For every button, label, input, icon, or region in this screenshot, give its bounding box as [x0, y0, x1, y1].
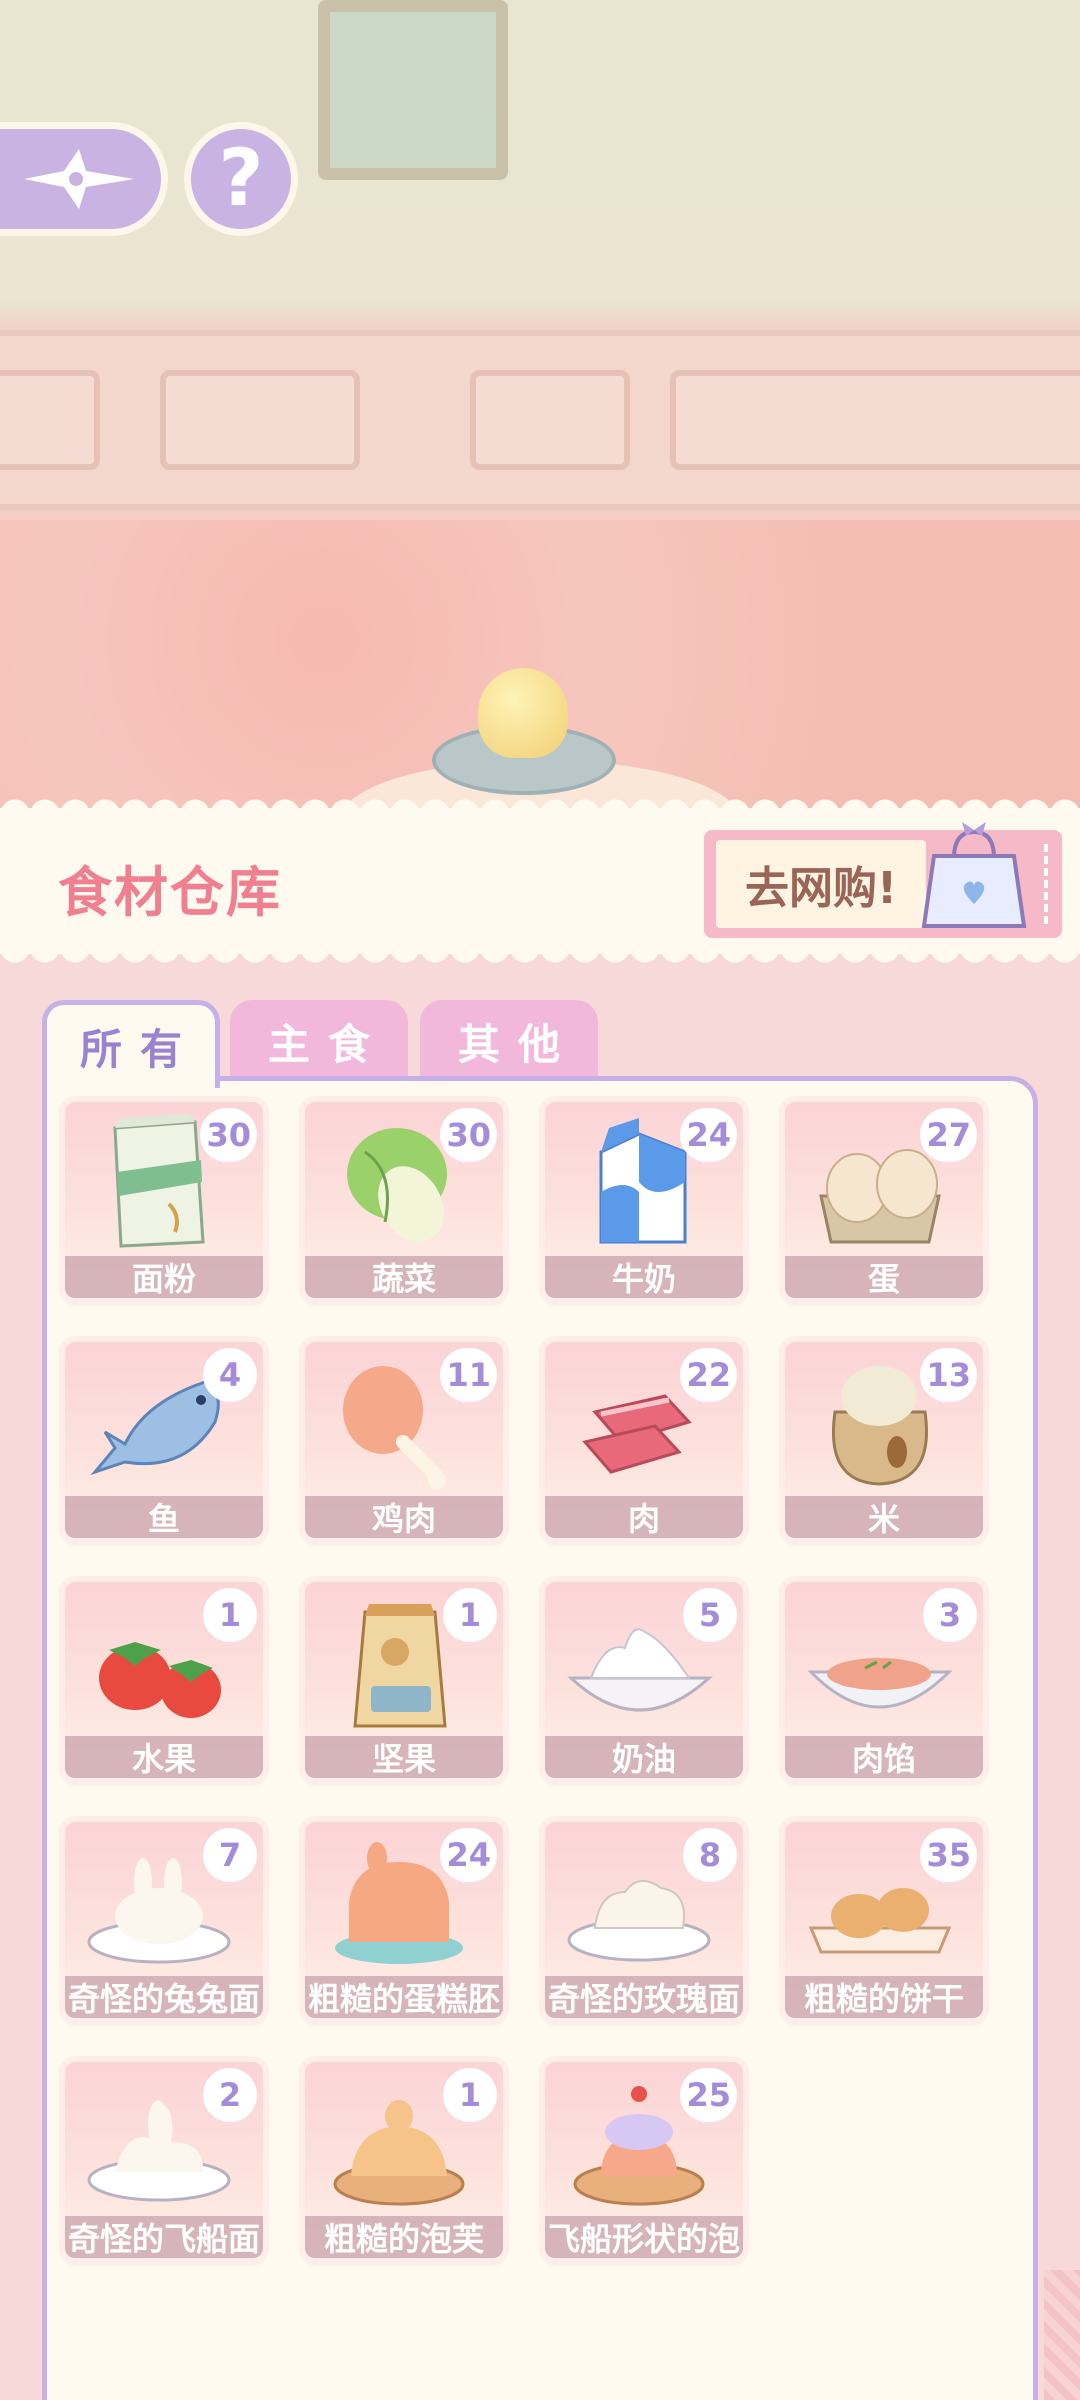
- ingredient-card[interactable]: 13 米: [785, 1342, 983, 1538]
- item-name: 奇怪的飞船面: [65, 2216, 263, 2258]
- item-name: 肉: [545, 1496, 743, 1538]
- item-count-badge: 22: [680, 1348, 737, 1402]
- item-count-badge: 35: [920, 1828, 977, 1882]
- item-name: 牛奶: [545, 1256, 743, 1298]
- item-name: 坚果: [305, 1736, 503, 1778]
- item-count-badge: 25: [680, 2068, 737, 2122]
- ingredient-card[interactable]: 35 粗糙的饼干: [785, 1822, 983, 2018]
- item-name: 米: [785, 1496, 983, 1538]
- item-name: 肉馅: [785, 1736, 983, 1778]
- item-count-badge: 2: [203, 2068, 257, 2122]
- room-background: [0, 0, 1080, 820]
- ingredient-card[interactable]: 8 奇怪的玫瑰面: [545, 1822, 743, 2018]
- item-count-badge: 1: [443, 2068, 497, 2122]
- tab-all[interactable]: 所有: [42, 1000, 220, 1088]
- shopping-bag-icon: [921, 822, 1027, 928]
- ingredient-card[interactable]: 1 粗糙的泡芙: [305, 2062, 503, 2258]
- ingredient-card[interactable]: 22 肉: [545, 1342, 743, 1538]
- tab-other[interactable]: 其他: [420, 1000, 598, 1082]
- ingredient-card[interactable]: 3 肉馅: [785, 1582, 983, 1778]
- back-button[interactable]: [0, 122, 168, 236]
- item-name: 奇怪的兔兔面: [65, 1976, 263, 2018]
- ingredient-card[interactable]: 30 面粉: [65, 1102, 263, 1298]
- item-count-badge: 11: [440, 1348, 497, 1402]
- compass-star-icon: [24, 149, 134, 209]
- ingredient-card[interactable]: 1 水果: [65, 1582, 263, 1778]
- ingredient-card[interactable]: 2 奇怪的飞船面: [65, 2062, 263, 2258]
- item-name: 蛋: [785, 1256, 983, 1298]
- item-name: 奇怪的玫瑰面: [545, 1976, 743, 2018]
- online-shop-button[interactable]: 去网购!: [704, 822, 1062, 938]
- item-count-badge: 3: [923, 1588, 977, 1642]
- ingredient-card[interactable]: 7 奇怪的兔兔面: [65, 1822, 263, 2018]
- item-count-badge: 4: [203, 1348, 257, 1402]
- tab-label: 所有: [79, 1025, 200, 1074]
- cloche-knob: [478, 668, 568, 758]
- question-mark-icon: ?: [218, 134, 264, 224]
- item-count-badge: 13: [920, 1348, 977, 1402]
- wall-panel: [160, 370, 360, 470]
- item-count-badge: 27: [920, 1108, 977, 1162]
- item-name: 粗糙的泡芙: [305, 2216, 503, 2258]
- item-count-badge: 8: [683, 1828, 737, 1882]
- ingredient-card[interactable]: 24 粗糙的蛋糕胚: [305, 1822, 503, 2018]
- item-count-badge: 5: [683, 1588, 737, 1642]
- ingredient-card[interactable]: 30 蔬菜: [305, 1102, 503, 1298]
- wall-panel: [670, 370, 1080, 470]
- wall-panel: [0, 370, 100, 470]
- ingredient-card[interactable]: 25 飞船形状的泡: [545, 2062, 743, 2258]
- item-name: 奶油: [545, 1736, 743, 1778]
- item-name: 粗糙的蛋糕胚: [305, 1976, 503, 2018]
- ingredient-card[interactable]: 4 鱼: [65, 1342, 263, 1538]
- ticket-perforation: [1040, 844, 1048, 924]
- item-name: 飞船形状的泡: [545, 2216, 743, 2258]
- decorative-edge-pattern: [1044, 2270, 1080, 2400]
- item-count-badge: 24: [440, 1828, 497, 1882]
- item-name: 水果: [65, 1736, 263, 1778]
- item-name: 蔬菜: [305, 1256, 503, 1298]
- ingredient-card[interactable]: 24 牛奶: [545, 1102, 743, 1298]
- item-count-badge: 1: [443, 1588, 497, 1642]
- ingredient-grid-panel: 30 面粉 30 蔬菜 24 牛奶 27 蛋 4 鱼 11 鸡肉 22 肉 13…: [42, 1076, 1038, 2400]
- item-count-badge: 1: [203, 1588, 257, 1642]
- tab-label: 主食: [267, 1019, 388, 1069]
- item-count-badge: 7: [203, 1828, 257, 1882]
- wall-picture-frame: [318, 0, 508, 180]
- item-count-badge: 30: [440, 1108, 497, 1162]
- tab-label: 其他: [457, 1019, 578, 1069]
- help-button[interactable]: ?: [184, 122, 298, 236]
- ingredient-card[interactable]: 11 鸡肉: [305, 1342, 503, 1538]
- ingredient-card[interactable]: 5 奶油: [545, 1582, 743, 1778]
- item-count-badge: 24: [680, 1108, 737, 1162]
- wall-panel: [470, 370, 630, 470]
- item-count-badge: 30: [200, 1108, 257, 1162]
- item-name: 粗糙的饼干: [785, 1976, 983, 2018]
- ingredient-card[interactable]: 27 蛋: [785, 1102, 983, 1298]
- item-name: 面粉: [65, 1256, 263, 1298]
- page-title: 食材仓库: [58, 861, 282, 924]
- item-name: 鱼: [65, 1496, 263, 1538]
- tab-staple[interactable]: 主食: [230, 1000, 408, 1082]
- storage-header: 食材仓库 去网购!: [0, 794, 1080, 968]
- item-name: 鸡肉: [305, 1496, 503, 1538]
- ingredient-card[interactable]: 1 坚果: [305, 1582, 503, 1778]
- shop-button-label: 去网购!: [716, 840, 926, 928]
